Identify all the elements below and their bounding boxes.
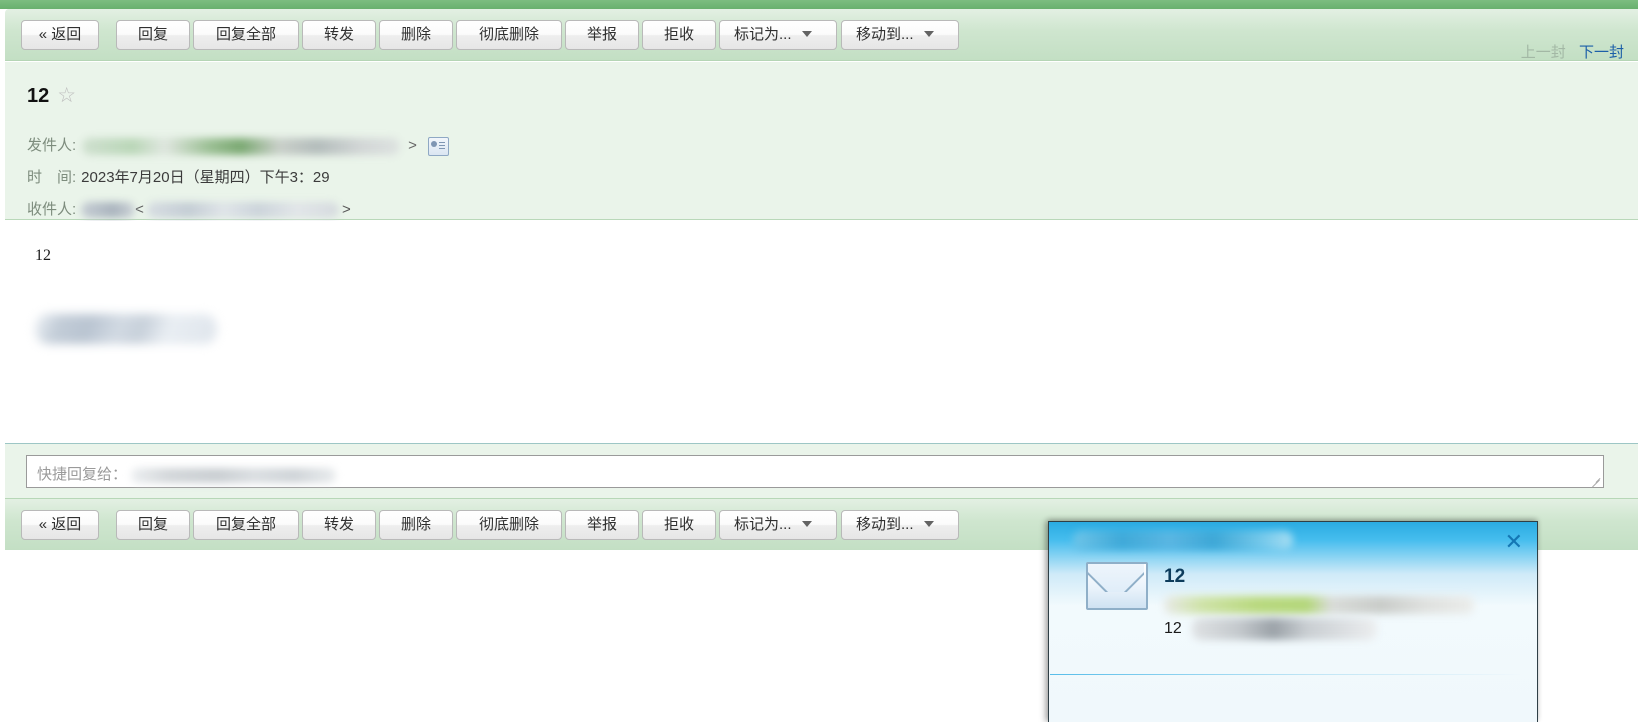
back-button-bottom-label: « 返回 [38, 516, 82, 533]
mail-from-expand-icon[interactable]: > [408, 137, 417, 154]
message-nav-links: 上一封 下一封 [1521, 41, 1624, 62]
prev-message-link[interactable]: 上一封 [1521, 44, 1566, 61]
notification-snippet-redacted [1192, 618, 1377, 640]
reply-button-top[interactable]: 回复 [116, 20, 190, 50]
reply-all-button-top-label: 回复全部 [215, 26, 276, 43]
delete-button-top[interactable]: 删除 [379, 20, 453, 50]
move-to-button-top[interactable]: 移动到... [841, 20, 959, 50]
mail-to-label: 收件人: [27, 201, 77, 218]
chevron-down-icon [923, 521, 934, 528]
new-mail-notification-popup[interactable]: ✕ 12 12 [1048, 521, 1538, 722]
reply-all-button-bottom-label: 回复全部 [215, 516, 276, 533]
report-button-bottom-label: 举报 [586, 516, 617, 533]
mail-from-row: 发件人: > [27, 134, 449, 156]
mail-signature-redacted [35, 314, 217, 344]
quick-reply-input[interactable]: 快捷回复给： [26, 455, 1604, 488]
forward-button-bottom[interactable]: 转发 [302, 510, 376, 540]
next-message-link[interactable]: 下一封 [1579, 44, 1624, 61]
forward-button-bottom-label: 转发 [323, 516, 354, 533]
move-to-button-bottom-label: 移动到... [856, 516, 914, 533]
mail-date-row: 时 间: 2023年7月20日（星期四）下午3：29 [27, 166, 330, 187]
reject-button-top-label: 拒收 [663, 26, 694, 43]
reject-button-bottom[interactable]: 拒收 [642, 510, 716, 540]
notification-snippet: 12 [1164, 620, 1182, 637]
delete-button-bottom-label: 删除 [400, 516, 431, 533]
chevron-down-icon [801, 31, 812, 38]
toolbar-top: « 返回 回复 回复全部 转发 删除 彻底删除 举报 拒收 标记为... 移动到… [5, 9, 1638, 61]
delete-button-top-label: 删除 [400, 26, 431, 43]
reply-button-bottom[interactable]: 回复 [116, 510, 190, 540]
mail-from-label: 发件人: [27, 137, 77, 154]
quick-reply-label-text: 快捷回复给： [37, 466, 128, 483]
mail-date-value: 2023年7月20日（星期四）下午3：29 [81, 169, 330, 186]
quick-reply-area: 快捷回复给： [5, 443, 1638, 498]
delete-forever-button-bottom-label: 彻底删除 [478, 516, 539, 533]
quick-reply-recipient-redacted [131, 467, 337, 483]
chevron-down-icon [923, 31, 934, 38]
envelope-icon [1086, 562, 1148, 610]
envelope-flap [1088, 564, 1144, 592]
mail-subject-row: 12 ☆ [27, 85, 76, 108]
back-button-top[interactable]: « 返回 [21, 20, 99, 50]
delete-forever-button-top[interactable]: 彻底删除 [456, 20, 562, 50]
mark-as-button-top[interactable]: 标记为... [719, 20, 837, 50]
delete-forever-button-top-label: 彻底删除 [478, 26, 539, 43]
move-to-button-top-label: 移动到... [856, 26, 914, 43]
mark-as-button-bottom-label: 标记为... [734, 516, 792, 533]
mail-to-angle-close: > [341, 201, 351, 218]
quick-reply-placeholder: 快捷回复给： [37, 463, 337, 484]
report-button-top-label: 举报 [586, 26, 617, 43]
mail-to-row: 收件人: < > [27, 198, 351, 219]
reply-button-bottom-label: 回复 [137, 516, 168, 533]
report-button-bottom[interactable]: 举报 [565, 510, 639, 540]
mail-subject: 12 [27, 85, 50, 107]
delete-button-bottom[interactable]: 删除 [379, 510, 453, 540]
move-to-button-bottom[interactable]: 移动到... [841, 510, 959, 540]
mail-body-text: 12 [35, 247, 51, 264]
reject-button-top[interactable]: 拒收 [642, 20, 716, 50]
forward-button-top[interactable]: 转发 [302, 20, 376, 50]
mail-header-panel: 12 ☆ 发件人: > 时 间: 2023年7月20日（星期四）下午3：29 收件人:… [5, 62, 1638, 252]
window-top-strip-inner [6, 0, 1638, 9]
notification-account-redacted [1073, 531, 1293, 550]
close-icon[interactable]: ✕ [1505, 531, 1523, 553]
delete-forever-button-bottom[interactable]: 彻底删除 [456, 510, 562, 540]
back-button-bottom[interactable]: « 返回 [21, 510, 99, 540]
back-button-top-label: « 返回 [38, 26, 82, 43]
address-book-icon[interactable] [427, 136, 449, 156]
notification-account-title [1073, 531, 1293, 555]
mail-from-value-redacted [82, 137, 401, 155]
quick-reply-resize-handle[interactable] [1591, 476, 1601, 486]
notification-divider [1050, 674, 1520, 675]
mark-as-button-bottom[interactable]: 标记为... [719, 510, 837, 540]
forward-button-top-label: 转发 [323, 26, 354, 43]
mail-to-name-redacted [81, 202, 136, 219]
mail-to-angle-open: < [135, 201, 144, 218]
mail-date-label: 时 间: [27, 169, 77, 186]
mail-to-address-redacted [146, 202, 339, 219]
star-icon[interactable]: ☆ [57, 85, 76, 107]
report-button-top[interactable]: 举报 [565, 20, 639, 50]
mark-as-button-top-label: 标记为... [734, 26, 792, 43]
reply-button-top-label: 回复 [137, 26, 168, 43]
reply-all-button-top[interactable]: 回复全部 [193, 20, 299, 50]
reject-button-bottom-label: 拒收 [663, 516, 694, 533]
notification-sender-redacted [1164, 596, 1474, 614]
mail-body: 12 [5, 221, 1638, 443]
notification-subject: 12 [1164, 566, 1186, 587]
reply-all-button-bottom[interactable]: 回复全部 [193, 510, 299, 540]
chevron-down-icon [801, 521, 812, 528]
